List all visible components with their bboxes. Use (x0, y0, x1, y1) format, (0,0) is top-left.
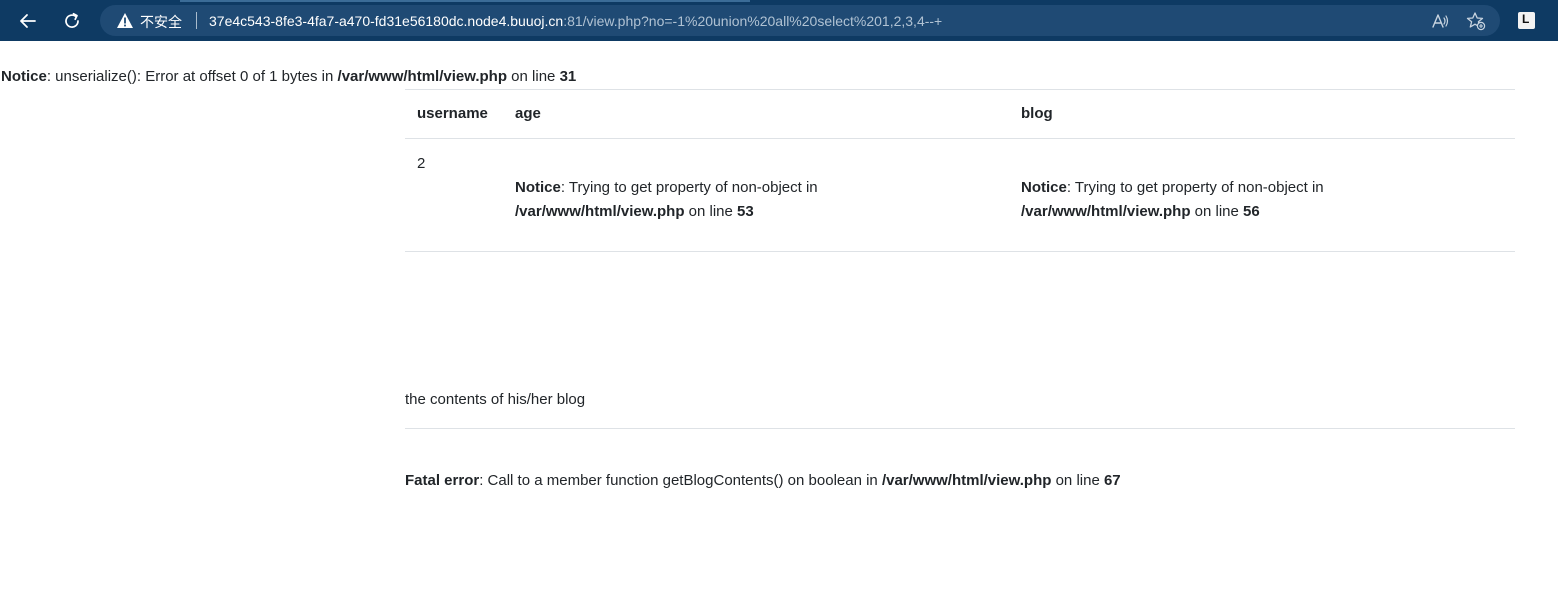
warning-triangle-icon[interactable] (116, 12, 134, 29)
fatal-error-line-number: 67 (1103, 472, 1121, 489)
blog-notice-line-number: 56 (1243, 203, 1260, 220)
header-username: username (417, 105, 488, 122)
add-favorite-icon[interactable] (1466, 11, 1486, 31)
blog-notice-message: : Trying to get property of non-object i… (1066, 179, 1324, 196)
table-header-border (405, 138, 1515, 139)
active-tab-indicator (180, 0, 750, 2)
notice-line-number: 31 (559, 68, 577, 85)
reload-icon (65, 12, 79, 28)
blog-divider (405, 428, 1515, 429)
address-separator (196, 12, 197, 29)
url-text[interactable]: 37e4c543-8fe3-4fa7-a470-fd31e56180dc.nod… (209, 13, 942, 29)
blog-notice-label: Notice (1021, 179, 1067, 196)
age-cell-notice: Notice: Trying to get property of non-ob… (515, 176, 995, 224)
fatal-error-path: /var/www/html/view.php (881, 472, 1052, 489)
age-notice-message: : Trying to get property of non-object i… (560, 179, 818, 196)
table-top-border (405, 89, 1515, 90)
read-aloud-icon[interactable] (1430, 11, 1450, 31)
blog-contents: the contents of his/her blog (405, 391, 586, 408)
notice-message: : unserialize(): Error at offset 0 of 1 … (46, 68, 338, 85)
address-bar[interactable]: 不安全 37e4c543-8fe3-4fa7-a470-fd31e56180dc… (100, 5, 1500, 36)
browser-toolbar: 不安全 37e4c543-8fe3-4fa7-a470-fd31e56180dc… (0, 0, 1558, 41)
notice-path: /var/www/html/view.php (337, 68, 508, 85)
extension-icon[interactable] (1518, 12, 1535, 29)
notice-label: Notice (1, 68, 47, 85)
header-blog: blog (1021, 105, 1053, 122)
header-age: age (515, 105, 541, 122)
back-button[interactable] (13, 6, 43, 36)
notice-on-line: on line (507, 68, 560, 85)
username-cell: 2 (417, 155, 426, 172)
fatal-error-on-line: on line (1051, 472, 1104, 489)
url-path: :81/view.php?no=-1%20union%20all%20selec… (563, 13, 943, 29)
fatal-error-text: : Call to a member function getBlogConte… (479, 472, 882, 489)
blog-notice-on-line: on line (1190, 203, 1244, 220)
security-status-label[interactable]: 不安全 (140, 12, 182, 32)
fatal-error-label: Fatal error (405, 472, 480, 489)
reload-button[interactable] (57, 6, 87, 36)
blog-notice-path: /var/www/html/view.php (1021, 203, 1191, 220)
blog-cell-notice: Notice: Trying to get property of non-ob… (1021, 176, 1501, 224)
back-arrow-icon (20, 14, 36, 28)
age-notice-path: /var/www/html/view.php (515, 203, 685, 220)
url-host: 37e4c543-8fe3-4fa7-a470-fd31e56180dc.nod… (209, 13, 564, 29)
age-notice-label: Notice (515, 179, 561, 196)
unserialize-notice: Notice: unserialize(): Error at offset 0… (1, 68, 576, 85)
fatal-error-message: Fatal error: Call to a member function g… (405, 472, 1121, 489)
table-bottom-border (405, 251, 1515, 252)
age-notice-line-number: 53 (737, 203, 754, 220)
age-notice-on-line: on line (684, 203, 738, 220)
